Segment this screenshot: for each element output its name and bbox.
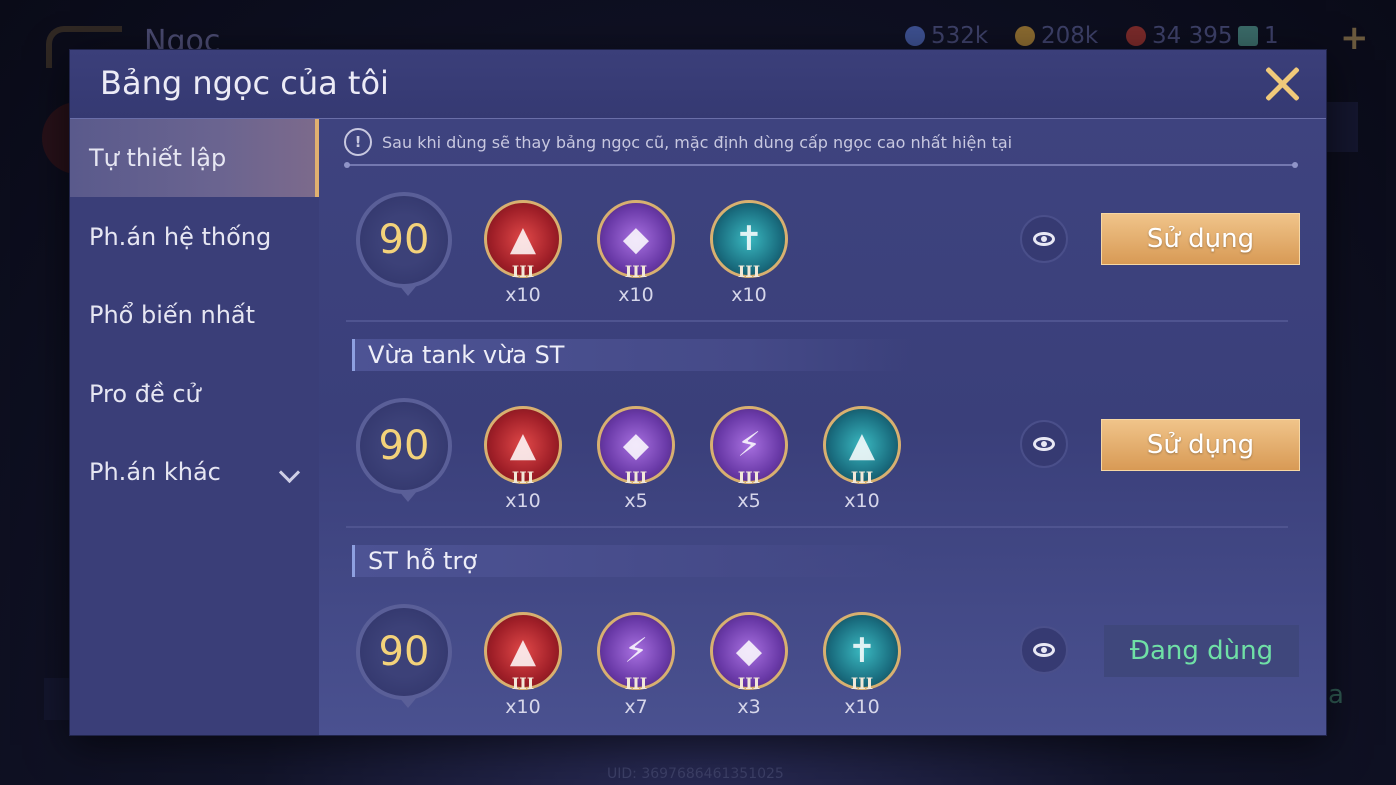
rune-quantity: x10 (505, 490, 541, 512)
red-gem-icon (1126, 26, 1146, 46)
resource-red: 34 395 (1126, 22, 1232, 50)
rune-tier: III (511, 674, 535, 693)
resource-value: 34 395 (1152, 23, 1233, 49)
teal-rune-icon[interactable]: ✝ III (710, 200, 788, 281)
card-icon (1238, 26, 1258, 46)
level-badge: 90 (356, 398, 452, 502)
level-badge: 90 (356, 604, 452, 708)
eye-icon[interactable] (1020, 215, 1068, 263)
rune-tier: III (624, 674, 648, 693)
divider (344, 162, 1298, 168)
rune-set-name: ST hỗ trợ (352, 545, 912, 577)
rune-tier: III (850, 674, 874, 693)
level-badge: 90 (356, 192, 452, 296)
modal-title: Bảng ngọc của tôi (100, 64, 389, 102)
rune-tier: III (737, 468, 761, 487)
rune-quantity: x10 (618, 284, 654, 306)
red-rune-icon[interactable]: ▲ III (484, 406, 562, 487)
resource-gold: 208k (1015, 22, 1098, 50)
side-panel-edge (44, 678, 72, 720)
notice: ! Sau khi dùng sẽ thay bảng ngọc cũ, mặc… (344, 128, 1012, 156)
eye-icon[interactable] (1020, 626, 1068, 674)
in-use-label: Đang dùng (1104, 625, 1299, 677)
rune-tier: III (624, 262, 648, 281)
modal-header: Bảng ngọc của tôi (70, 50, 1326, 119)
add-icon[interactable]: + (1340, 18, 1369, 58)
sidebar-item-label: Tự thiết lập (89, 144, 227, 172)
rune-page-modal: Bảng ngọc của tôi Tự thiết lập Ph.án hệ … (70, 50, 1326, 735)
resource-value: 532k (931, 23, 989, 49)
purple-lightning-rune-icon[interactable]: ⚡ III (710, 406, 788, 487)
resource-card: 1 (1238, 22, 1279, 50)
rune-quantity: x3 (737, 696, 761, 718)
sidebar-item-custom[interactable]: Tự thiết lập (70, 119, 319, 197)
rune-quantity: x10 (505, 284, 541, 306)
rune-tier: III (850, 468, 874, 487)
resource-blue: 532k (905, 22, 988, 50)
rune-set-name: Vừa tank vừa ST (352, 339, 912, 371)
side-panel-edge (1326, 102, 1358, 152)
purple-rune-icon[interactable]: ◆ III (597, 406, 675, 487)
resource-value: 208k (1041, 23, 1099, 49)
close-icon[interactable] (1262, 64, 1302, 104)
notice-text: Sau khi dùng sẽ thay bảng ngọc cũ, mặc đ… (382, 132, 1013, 152)
eye-icon[interactable] (1020, 420, 1068, 468)
rune-tier: III (737, 262, 761, 281)
warning-icon: ! (344, 128, 372, 156)
resource-value: 1 (1264, 23, 1279, 49)
purple-rune-icon[interactable]: ◆ III (710, 612, 788, 693)
gold-coin-icon (1015, 26, 1035, 46)
rune-set-row: 90 ▲ III x10 ◆ III x10 ✝ III x10 Sử dụng (70, 188, 1326, 308)
rune-quantity: x10 (731, 284, 767, 306)
rune-set-row: 90 ▲ III x10 ◆ III x5 ⚡ III x5 ▲ III x10 Sử … (70, 394, 1326, 514)
red-rune-icon[interactable]: ▲ III (484, 200, 562, 281)
blue-coin-icon (905, 26, 925, 46)
partial-text: a (1328, 680, 1344, 710)
rune-quantity: x5 (737, 490, 761, 512)
use-button[interactable]: Sử dụng (1101, 213, 1300, 265)
rune-tier: III (737, 674, 761, 693)
rune-tier: III (511, 468, 535, 487)
teal-rune-icon[interactable]: ▲ III (823, 406, 901, 487)
red-rune-icon[interactable]: ▲ III (484, 612, 562, 693)
purple-rune-icon[interactable]: ◆ III (597, 200, 675, 281)
rune-set-row: 90 ▲ III x10 ⚡ III x7 ◆ III x3 ✝ III x10 Đan… (70, 600, 1326, 720)
rune-quantity: x10 (844, 490, 880, 512)
use-button[interactable]: Sử dụng (1101, 419, 1300, 471)
rune-quantity: x7 (624, 696, 648, 718)
rune-tier: III (624, 468, 648, 487)
purple-lightning-rune-icon[interactable]: ⚡ III (597, 612, 675, 693)
divider (346, 320, 1288, 322)
teal-rune-icon[interactable]: ✝ III (823, 612, 901, 693)
uid-label: UID: 3697686461351025 (607, 766, 784, 782)
rune-quantity: x10 (505, 696, 541, 718)
divider (346, 526, 1288, 528)
rune-tier: III (511, 262, 535, 281)
rune-quantity: x10 (844, 696, 880, 718)
rune-quantity: x5 (624, 490, 648, 512)
